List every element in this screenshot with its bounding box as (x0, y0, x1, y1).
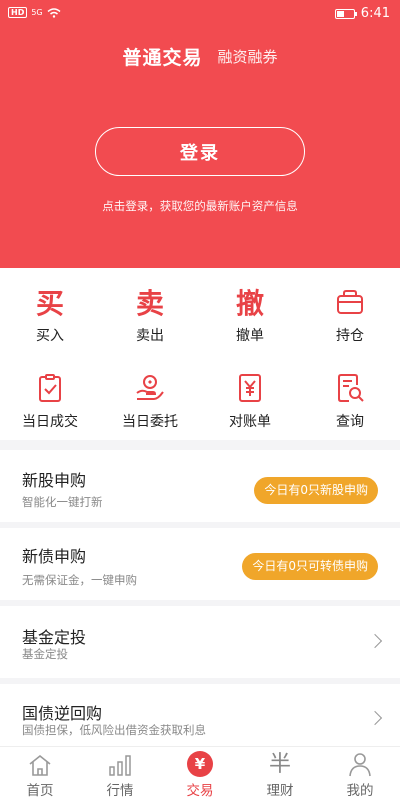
card-ipo-subscription[interactable]: 新股申购 智能化一键打新 今日有0只新股申购 (0, 450, 400, 522)
card-reverse-repo[interactable]: 国债逆回购 国债担保，低风险出借资金获取利息 (0, 684, 400, 746)
user-icon (320, 747, 400, 777)
card-subtitle: 基金定投 (22, 647, 68, 661)
trading-mode-switch: 普通交易 融资融券 (0, 43, 400, 70)
chevron-right-icon (367, 633, 383, 649)
briefcase-icon (300, 282, 400, 322)
tab-margin-trading[interactable]: 融资融券 (218, 48, 278, 66)
account-header: HD 5G 6:41 普通交易 融资融券 登录 点击登录，获取您的最新账户资产信… (0, 0, 400, 268)
tab-mine[interactable]: 我的 (320, 747, 400, 800)
quick-action-statement[interactable]: 对账单 (200, 368, 300, 431)
yuan-glyph: ¥ (187, 751, 213, 777)
quick-action-cancel[interactable]: 撤 撤单 (200, 282, 300, 345)
login-button[interactable]: 登录 (95, 127, 305, 176)
network-indicators: HD 5G (8, 7, 61, 18)
tab-market[interactable]: 行情 (80, 747, 160, 800)
quick-action-label: 当日成交 (22, 414, 78, 430)
quick-action-label: 撤单 (236, 328, 264, 344)
card-bond-subscription[interactable]: 新债申购 无需保证金，一键申购 今日有0只可转债申购 (0, 528, 400, 600)
status-bar: HD 5G 6:41 (0, 0, 400, 28)
status-right: 6:41 (334, 6, 390, 21)
quick-action-label: 当日委托 (122, 414, 178, 430)
sell-icon: 卖 (135, 287, 164, 320)
home-icon (0, 747, 80, 777)
tab-label: 我的 (346, 783, 374, 799)
hd-badge: HD (8, 7, 28, 18)
signal-5g-label: 5G (31, 8, 43, 17)
quick-action-query[interactable]: 查询 (300, 368, 400, 431)
tab-label: 理财 (266, 783, 294, 799)
wifi-icon (47, 7, 61, 18)
clipboard-check-icon (0, 368, 100, 408)
bond-count-badge[interactable]: 今日有0只可转债申购 (242, 553, 378, 580)
quick-action-label: 对账单 (229, 414, 271, 430)
ipo-count-badge[interactable]: 今日有0只新股申购 (254, 477, 378, 504)
quick-action-label: 卖出 (136, 328, 164, 344)
card-title: 新股申购 (22, 471, 87, 490)
quick-action-buy[interactable]: 买 买入 (0, 282, 100, 345)
yuan-circle-icon: ¥ (160, 747, 240, 777)
buy-icon: 买 (35, 287, 64, 320)
quick-action-sell[interactable]: 卖 卖出 (100, 282, 200, 345)
quick-action-label: 持仓 (336, 328, 364, 344)
tab-home[interactable]: 首页 (0, 747, 80, 800)
hand-coin-icon (100, 368, 200, 408)
card-title: 基金定投 (22, 628, 87, 647)
tab-normal-trading[interactable]: 普通交易 (122, 47, 202, 69)
card-title: 国债逆回购 (22, 704, 103, 723)
yuan-document-icon (200, 368, 300, 408)
bottom-tab-bar: 首页 行情 ¥ 交易 半 理财 我的 (0, 746, 400, 800)
card-title: 新债申购 (22, 547, 87, 566)
card-subtitle: 智能化一键打新 (22, 495, 103, 509)
tab-trade[interactable]: ¥ 交易 (160, 747, 240, 800)
login-hint: 点击登录，获取您的最新账户资产信息 (102, 199, 298, 213)
cancel-order-icon: 撤 (235, 287, 264, 320)
quick-action-label: 查询 (336, 414, 364, 430)
quick-actions-grid: 买 买入 卖 卖出 撤 撤单 持仓 当日成交 当日委托 对账单 查询 (0, 268, 400, 440)
quick-action-label: 买入 (36, 328, 64, 344)
wealth-glyph: 半 (268, 752, 291, 777)
card-fund-investment[interactable]: 基金定投 基金定投 (0, 606, 400, 678)
bar-chart-icon (80, 747, 160, 777)
tab-label: 首页 (26, 783, 54, 799)
quick-action-positions[interactable]: 持仓 (300, 282, 400, 345)
chevron-right-icon (367, 710, 383, 726)
battery-icon (334, 8, 357, 19)
tab-label: 行情 (106, 783, 134, 799)
card-subtitle: 国债担保，低风险出借资金获取利息 (22, 723, 206, 737)
quick-action-today-orders[interactable]: 当日委托 (100, 368, 200, 431)
tab-wealth[interactable]: 半 理财 (240, 747, 320, 800)
wealth-icon: 半 (240, 747, 320, 777)
quick-action-today-deals[interactable]: 当日成交 (0, 368, 100, 431)
tab-label: 交易 (186, 783, 214, 799)
card-subtitle: 无需保证金，一键申购 (22, 573, 137, 587)
clock: 6:41 (360, 6, 390, 21)
document-search-icon (300, 368, 400, 408)
